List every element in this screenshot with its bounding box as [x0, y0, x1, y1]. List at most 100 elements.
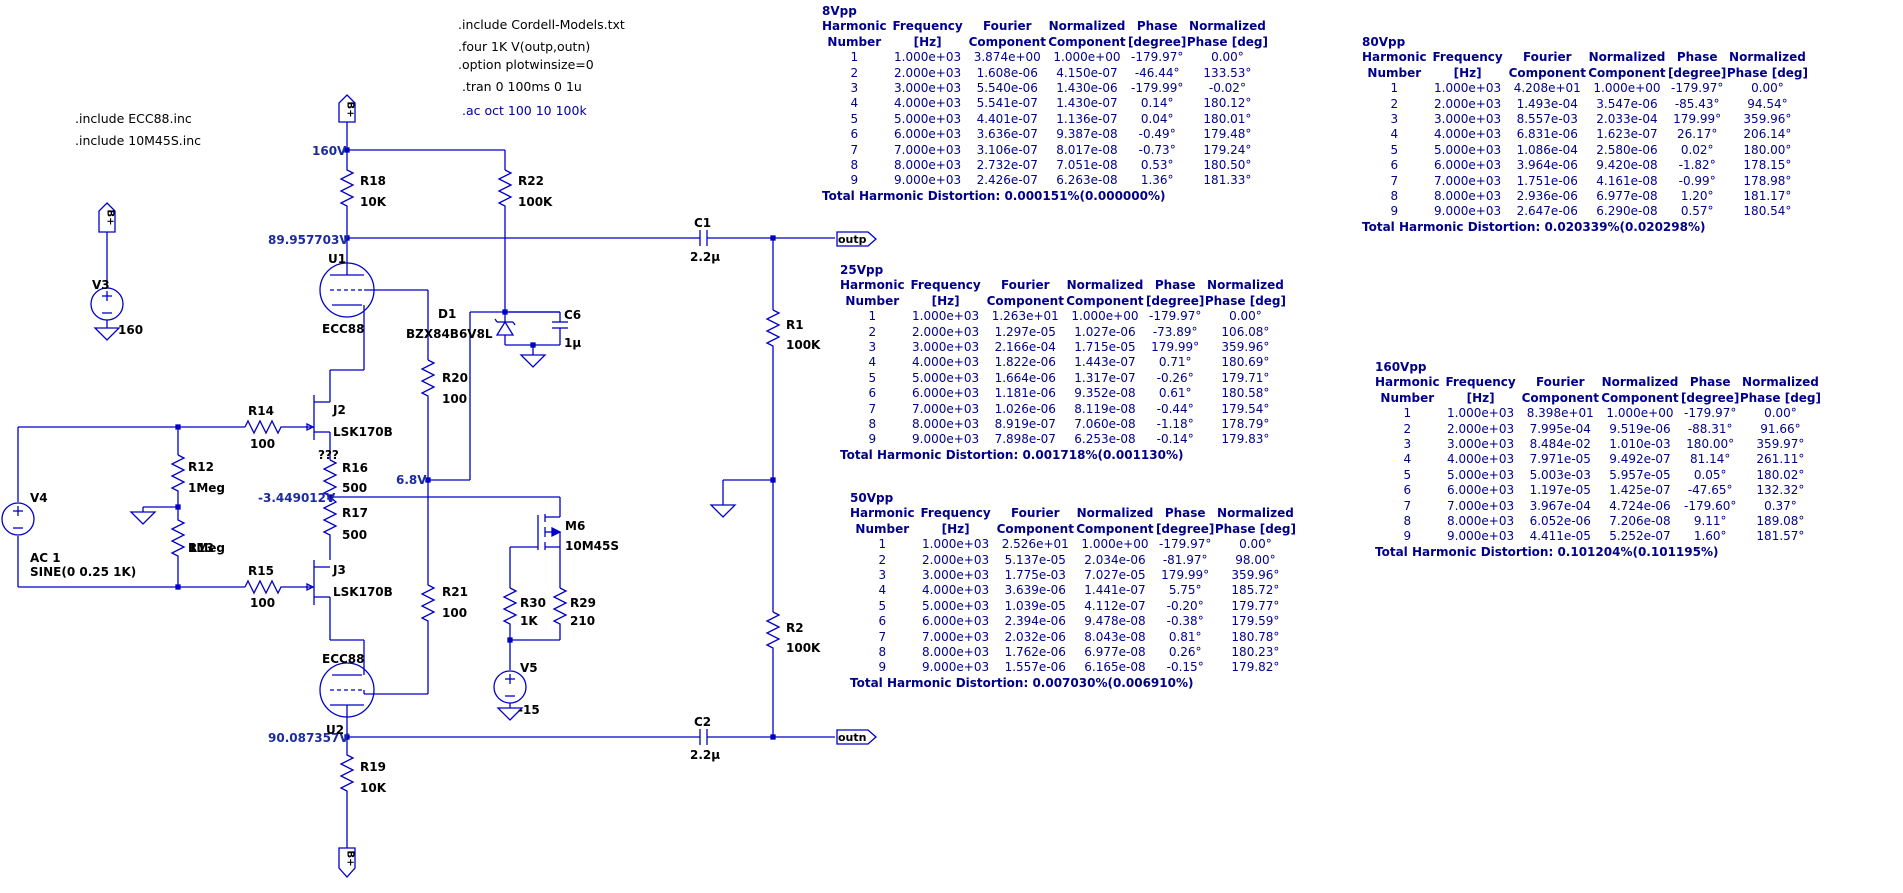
table-title: 8Vpp	[822, 4, 857, 18]
r18-name[interactable]: R18	[360, 174, 386, 188]
directive-tran[interactable]: .tran 0 100ms 0 1u	[462, 80, 582, 94]
m6-value[interactable]: 10M45S	[565, 539, 619, 553]
table-cell: 0.00°	[1229, 309, 1262, 324]
r12-name[interactable]: R12	[188, 460, 214, 474]
j3-value[interactable]: LSK170B	[333, 585, 393, 599]
j3-name[interactable]: J3	[333, 563, 346, 577]
fourier-table-25vpp[interactable]: 25Vpp Harmonic Number Frequency [Hz] Fourier C…	[840, 263, 1286, 463]
d1-value[interactable]: BZX84B6V8L	[406, 327, 493, 341]
fourier-table-160vpp[interactable]: 160Vpp Harmonic Number Frequency [Hz] Fourier…	[1375, 360, 1821, 560]
fourier-table-80vpp[interactable]: 80Vpp Harmonic Number Frequency [Hz] Fourier C…	[1362, 35, 1808, 235]
directive-include-10m45s[interactable]: .include 10M45S.inc	[75, 134, 201, 148]
fourier-table-8vpp[interactable]: 8Vpp Harmonic Number Frequency [Hz] Fourier Co…	[822, 4, 1268, 204]
r16-value[interactable]: 500	[342, 481, 367, 495]
table-row: 9 9.000e+03 1.557e-06 6.165e-08 -0.15° 179.82…	[850, 660, 1296, 675]
r19-name[interactable]: R19	[360, 760, 386, 774]
table-cell: 261.11°	[1756, 452, 1805, 467]
table-cell: 9	[878, 660, 887, 675]
r17-name[interactable]: R17	[342, 506, 368, 520]
table-cell: 180.69°	[1221, 355, 1270, 370]
table-cell: -0.44°	[1156, 401, 1194, 416]
u1-value[interactable]: ECC88	[322, 322, 365, 336]
r21-name[interactable]: R21	[442, 585, 468, 599]
r1-value[interactable]: 100K	[786, 338, 820, 352]
j2-name[interactable]: J2	[333, 403, 346, 417]
table-header: Normalized Phase [deg]	[1726, 50, 1809, 80]
ltspice-canvas[interactable]: { "directives": { "include_cordell": ".i…	[0, 0, 1903, 893]
table-cell: -179.97°	[1159, 537, 1212, 552]
directive-four[interactable]: .four 1K V(outp,outn)	[458, 40, 590, 54]
r2-value[interactable]: 100K	[786, 641, 820, 655]
r14-value[interactable]: 100	[250, 437, 275, 451]
u1-name[interactable]: U1	[328, 252, 346, 266]
table-cell: 0.26°	[1168, 645, 1202, 660]
table-cell: 3.639e-06	[1004, 583, 1066, 598]
table-cell: 7	[878, 629, 887, 644]
table-header: Harmonic Number	[1362, 50, 1427, 80]
table-cell: 1.086e-04	[1516, 142, 1578, 157]
r12-value[interactable]: 1Meg	[188, 481, 225, 495]
c1-name[interactable]: C1	[694, 216, 711, 230]
v4-value1[interactable]: AC 1	[30, 551, 61, 565]
fourier-table-50vpp[interactable]: 50Vpp Harmonic Number Frequency [Hz] Fourier C…	[850, 491, 1296, 691]
v5-name[interactable]: V5	[520, 661, 538, 675]
r2-name[interactable]: R2	[786, 621, 804, 635]
c6-name[interactable]: C6	[564, 308, 581, 322]
table-cell: 0.57°	[1680, 204, 1714, 219]
r30-value[interactable]: 1K	[520, 614, 538, 628]
j2-value[interactable]: LSK170B	[333, 425, 393, 439]
r20-name[interactable]: R20	[442, 371, 468, 385]
m6-name[interactable]: M6	[565, 519, 585, 533]
r15-name[interactable]: R15	[248, 564, 274, 578]
r15-value[interactable]: 100	[250, 596, 275, 610]
v4-name[interactable]: V4	[30, 491, 48, 505]
r16-name[interactable]: R16	[342, 461, 368, 475]
r19-value[interactable]: 10K	[360, 781, 386, 795]
table-row: 9 9.000e+03 2.426e-07 6.263e-08 1.36° 181.33°	[822, 173, 1268, 188]
table-row: 7 7.000e+03 3.106e-07 8.017e-08 -0.73° 179.24…	[822, 143, 1268, 158]
table-row: 1 1.000e+03 8.398e+01 1.000e+00 -179.97° 0.00…	[1375, 406, 1821, 421]
c6-value[interactable]: 1µ	[564, 336, 581, 350]
c1-value[interactable]: 2.2µ	[690, 250, 720, 264]
directive-ac[interactable]: .ac oct 100 10 100k	[462, 104, 587, 118]
r22-name[interactable]: R22	[518, 174, 544, 188]
outp-label[interactable]: outp	[838, 233, 867, 246]
r17-value[interactable]: 500	[342, 528, 367, 542]
v3-name[interactable]: V3	[92, 278, 110, 292]
table-cell: 1.181e-06	[994, 386, 1056, 401]
table-cell: 9.519e-06	[1609, 421, 1671, 436]
table-cell: 8.484e-02	[1529, 437, 1591, 452]
table-cell: 4	[1390, 127, 1399, 142]
v5-value[interactable]: -15	[518, 703, 540, 717]
u2-name[interactable]: U2	[326, 723, 344, 737]
r21-value[interactable]: 100	[442, 606, 467, 620]
v3-value[interactable]: 160	[118, 323, 143, 337]
directive-include-ecc88[interactable]: .include ECC88.inc	[75, 112, 192, 126]
d1-name[interactable]: D1	[438, 307, 456, 321]
table-cell: 1.000e+03	[894, 50, 962, 65]
r29-value[interactable]: 210	[570, 614, 595, 628]
table-cell: 179.77°	[1231, 598, 1280, 613]
table-cell: 178.15°	[1743, 158, 1792, 173]
directive-include-cordell[interactable]: .include Cordell-Models.txt	[458, 18, 625, 32]
r18-value[interactable]: 10K	[360, 195, 386, 209]
c2-name[interactable]: C2	[694, 715, 711, 729]
c2-value[interactable]: 2.2µ	[690, 748, 720, 762]
directive-option[interactable]: .option plotwinsize=0	[458, 58, 594, 72]
table-cell: 179.59°	[1231, 614, 1280, 629]
table-cell: 91.66°	[1760, 421, 1801, 436]
v4-value2[interactable]: SINE(0 0.25 1K)	[30, 565, 136, 579]
r20-value[interactable]: 100	[442, 392, 467, 406]
u2-value[interactable]: ECC88	[322, 652, 365, 666]
table-cell: 6.263e-08	[1056, 173, 1118, 188]
table-row: 2 2.000e+03 7.995e-04 9.519e-06 -88.31° 91.66…	[1375, 422, 1821, 437]
r14-name[interactable]: R14	[248, 404, 274, 418]
r22-value[interactable]: 100K	[518, 195, 552, 209]
r1-name[interactable]: R1	[786, 318, 804, 332]
r13-value[interactable]: 1Meg	[188, 541, 225, 555]
r30-name[interactable]: R30	[520, 596, 546, 610]
table-cell: 2.000e+03	[894, 65, 962, 80]
outn-label[interactable]: outn	[838, 731, 866, 744]
table-cell: 3.547e-06	[1596, 96, 1658, 111]
r29-name[interactable]: R29	[570, 596, 596, 610]
